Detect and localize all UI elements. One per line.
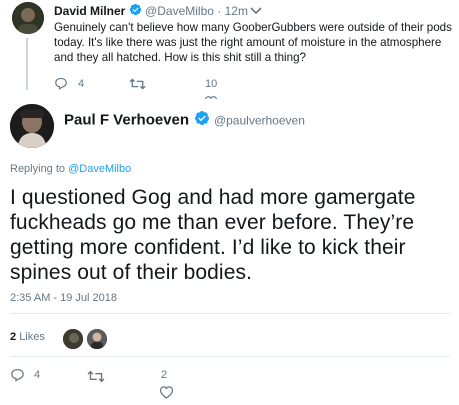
main-tweet-text: I questioned Gog and had more gamergate …	[10, 186, 416, 284]
avatar-photo	[63, 329, 83, 349]
parent-tweet-time[interactable]: 12m	[225, 4, 248, 18]
retweet-icon[interactable]	[129, 78, 146, 90]
main-tweet-timestamp[interactable]: 2:35 AM - 19 Jul 2018	[10, 292, 117, 304]
divider	[10, 356, 450, 357]
liker-avatar[interactable]	[62, 328, 84, 350]
verified-badge-icon	[194, 110, 210, 131]
parent-tweet-text: Genuinely can't believe how many GooberG…	[54, 21, 452, 64]
retweet-icon[interactable]	[87, 370, 105, 383]
main-author-avatar[interactable]	[10, 104, 54, 148]
likes-label: Likes	[19, 331, 45, 343]
likes-count: 2	[10, 331, 17, 343]
parent-author-avatar[interactable]	[12, 2, 44, 34]
avatar-photo	[12, 2, 44, 34]
dot-separator: ·	[217, 4, 222, 18]
heart-icon[interactable]	[204, 95, 218, 99]
avatar-photo	[10, 104, 54, 148]
reply-icon[interactable]	[10, 368, 25, 382]
chevron-down-icon[interactable]	[250, 6, 262, 16]
likes-summary[interactable]: 2 Likes	[10, 331, 45, 343]
parent-reply-count: 4	[78, 78, 85, 90]
liker-avatar[interactable]	[86, 328, 108, 350]
parent-author-handle[interactable]: @DaveMilbo	[145, 4, 214, 18]
main-reply-count: 4	[34, 369, 41, 381]
verified-badge-icon	[129, 3, 142, 20]
parent-tweet-header: David Milner @DaveMilbo · 12m	[54, 3, 248, 20]
main-author-handle[interactable]: @paulverhoeven	[214, 114, 305, 128]
heart-icon[interactable]	[159, 385, 174, 399]
main-like-count: 2	[161, 369, 168, 381]
avatar-photo	[87, 329, 107, 349]
main-tweet-header: Paul F Verhoeven @paulverhoeven	[64, 110, 305, 131]
parent-like-count: 10	[205, 78, 218, 90]
replying-prefix: Replying to	[10, 163, 66, 175]
parent-author-name[interactable]: David Milner	[54, 4, 125, 18]
replying-handle-link[interactable]: @DaveMilbo	[68, 163, 131, 175]
thread-line	[26, 38, 28, 90]
divider	[10, 313, 450, 314]
reply-icon[interactable]	[54, 77, 68, 90]
replying-to: Replying to @DaveMilbo	[10, 163, 131, 175]
main-author-name[interactable]: Paul F Verhoeven	[64, 112, 189, 129]
